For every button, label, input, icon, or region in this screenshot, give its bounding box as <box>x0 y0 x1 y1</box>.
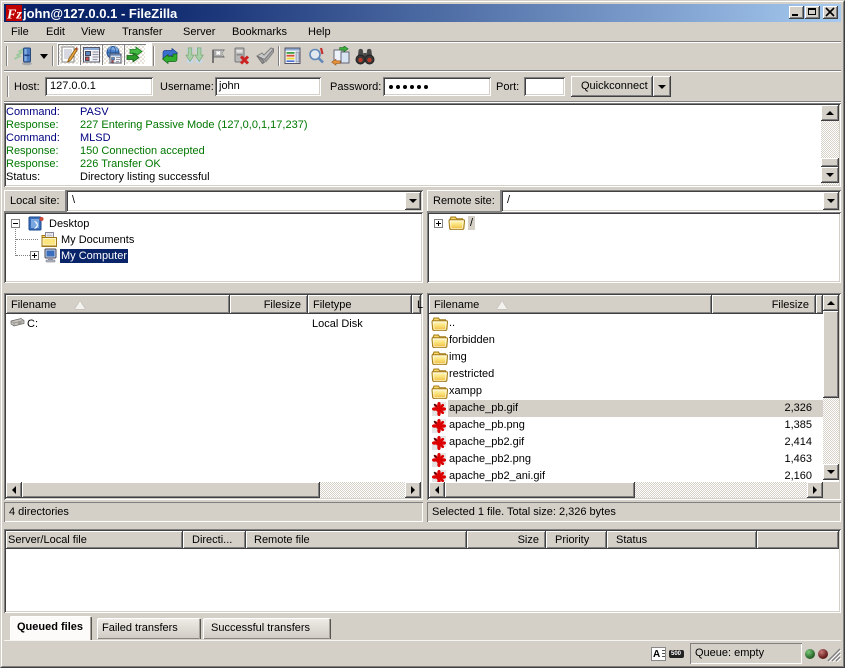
svg-text:Fz: Fz <box>6 8 22 22</box>
